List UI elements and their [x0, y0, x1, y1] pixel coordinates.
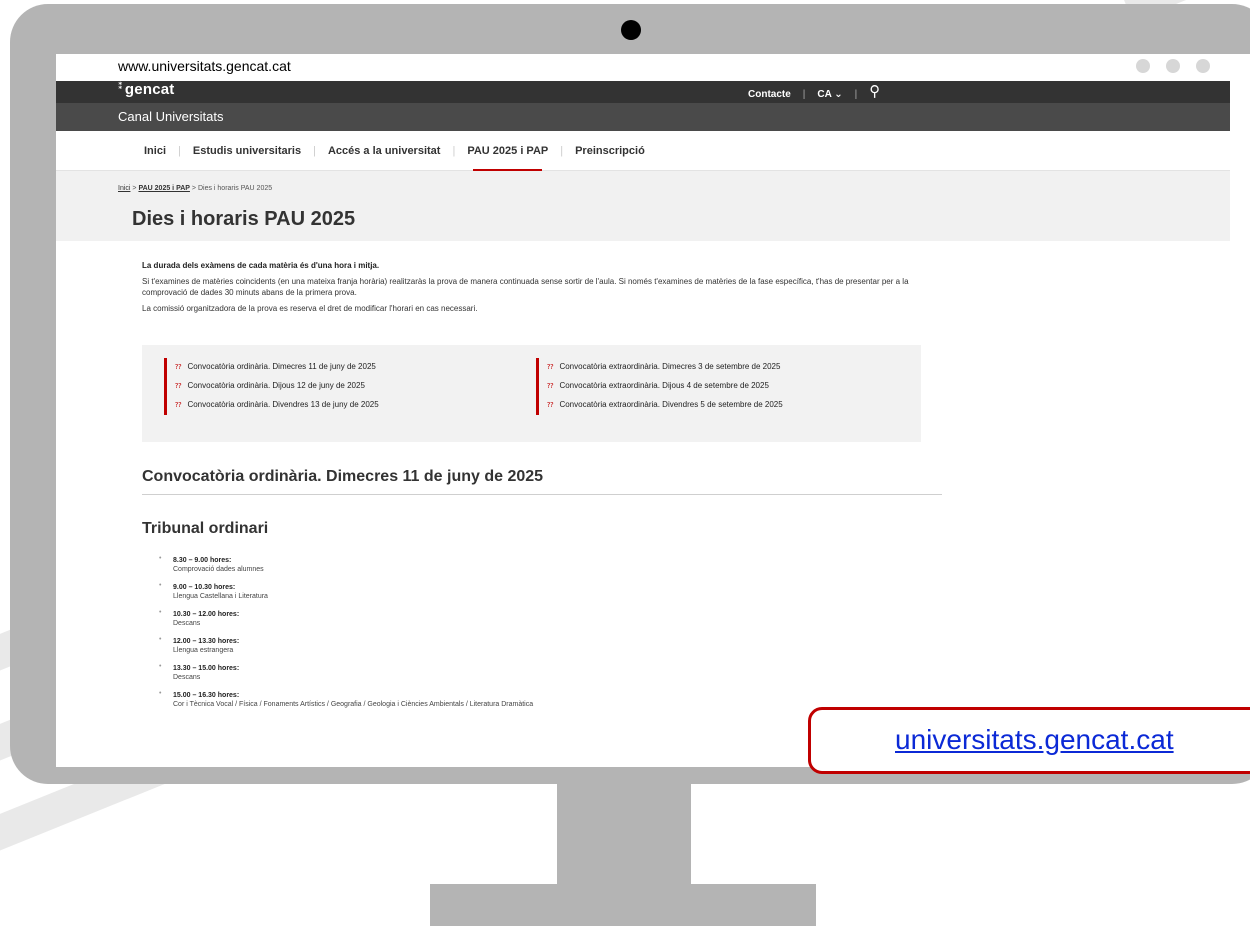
- breadcrumb-home[interactable]: Inici: [118, 185, 130, 192]
- slot-time: 12.00 – 13.30 hores:: [173, 638, 240, 645]
- window-dot[interactable]: [1166, 59, 1180, 73]
- ordinary-dates: ⁇ Convocatòria ordinària. Dimecres 11 de …: [164, 358, 379, 415]
- date-label: Convocatòria extraordinària. Dimecres 3 …: [559, 362, 781, 371]
- divider: |: [802, 88, 806, 100]
- slot-time: 9.00 – 10.30 hores:: [173, 584, 236, 591]
- list-item: 10.30 – 12.00 hores: Descans: [159, 609, 533, 628]
- page-title: Dies i horaris PAU 2025: [132, 208, 356, 230]
- top-utility-links: Contacte | CA ⌄ | ⚲: [748, 82, 880, 103]
- date-label: Convocatòria ordinària. Dijous 12 de jun…: [187, 381, 365, 390]
- extraordinary-dates: ⁇ Convocatòria extraordinària. Dimecres 3…: [536, 358, 783, 415]
- logo-text: gencat: [124, 81, 175, 98]
- window-dot[interactable]: [1196, 59, 1210, 73]
- slot-subject: Llengua Castellana i Literatura: [173, 593, 268, 600]
- nav-list: Inici | Estudis universitaris | Accés a …: [132, 145, 657, 171]
- breadcrumb-current: Dies i horaris PAU 2025: [197, 185, 273, 192]
- list-item: 8.30 – 9.00 hores: Comprovació dades alum…: [159, 555, 533, 574]
- slot-subject: Descans: [173, 674, 201, 681]
- intro-paragraph: La comissió organitzadora de la prova es…: [142, 304, 478, 313]
- nav-item-inici[interactable]: Inici: [132, 145, 178, 157]
- stage: www.universitats.gencat.cat ⁑ gencat Cont…: [0, 0, 1250, 926]
- list-item: 15.00 – 16.30 hores: Cor i Tècnica Vocal …: [159, 690, 534, 709]
- contact-link[interactable]: Contacte: [748, 89, 791, 100]
- screen: www.universitats.gencat.cat ⁑ gencat Cont…: [56, 54, 1250, 767]
- date-link[interactable]: ⁇ Convocatòria extraordinària. Dimecres 3…: [547, 358, 783, 377]
- slot-subject: Comprovació dades alumnes: [173, 566, 264, 573]
- language-selector[interactable]: CA ⌄: [817, 89, 842, 100]
- address-bar[interactable]: www.universitats.gencat.cat: [56, 54, 1250, 82]
- chevron-down-icon: ⌄: [834, 88, 843, 100]
- list-item: 12.00 – 13.30 hores: Llengua estrangera: [159, 636, 533, 655]
- nav-item-estudis[interactable]: Estudis universitaris: [181, 145, 313, 157]
- channel-title[interactable]: Canal Universitats: [118, 109, 224, 124]
- intro-bold: La durada dels exàmens de cada matèria é…: [142, 261, 380, 270]
- schedule-list: 8.30 – 9.00 hores: Comprovació dades alum…: [159, 555, 534, 718]
- breadcrumb-section[interactable]: PAU 2025 i PAP: [138, 185, 190, 192]
- list-item: 9.00 – 10.30 hores: Llengua Castellana i …: [159, 582, 533, 601]
- breadcrumb: Inici > PAU 2025 i PAP > Dies i horaris …: [118, 185, 272, 192]
- date-link[interactable]: ⁇ Convocatòria ordinària. Divendres 13 de…: [175, 396, 379, 415]
- main-nav: Inici | Estudis universitaris | Accés a …: [56, 131, 1230, 171]
- language-label: CA: [817, 88, 832, 100]
- nav-item-pau[interactable]: PAU 2025 i PAP: [455, 145, 560, 171]
- arrow-icon: ⁇: [175, 364, 182, 371]
- date-link[interactable]: ⁇ Convocatòria extraordinària. Divendres …: [547, 396, 783, 415]
- date-label: Convocatòria extraordinària. Dijous 4 de…: [559, 381, 769, 390]
- intro-paragraph: Si t'examines de matèries coincidents (e…: [142, 277, 909, 297]
- date-label: Convocatòria extraordinària. Divendres 5…: [559, 400, 783, 409]
- list-item: 13.30 – 15.00 hores: Descans: [159, 663, 533, 682]
- slot-time: 15.00 – 16.30 hores:: [173, 692, 240, 699]
- arrow-icon: ⁇: [175, 383, 182, 390]
- slot-time: 8.30 – 9.00 hores:: [173, 557, 232, 564]
- url-text[interactable]: www.universitats.gencat.cat: [118, 58, 291, 74]
- divider: |: [854, 88, 858, 100]
- camera-dot: [621, 20, 641, 40]
- window-dot[interactable]: [1136, 59, 1150, 73]
- slot-subject: Llengua estrangera: [173, 647, 234, 654]
- gencat-logo-mark-icon: ⁑: [118, 81, 123, 91]
- monitor-neck: [557, 782, 691, 886]
- nav-item-preinscripcio[interactable]: Preinscripció: [563, 145, 657, 157]
- search-icon[interactable]: ⚲: [869, 82, 880, 100]
- date-label: Convocatòria ordinària. Dimecres 11 de j…: [187, 362, 376, 371]
- date-label: Convocatòria ordinària. Divendres 13 de …: [187, 400, 379, 409]
- title-band: Inici > PAU 2025 i PAP > Dies i horaris …: [56, 171, 1230, 241]
- window-controls: [1136, 59, 1210, 73]
- intro-text: La durada dels exàmens de cada matèria é…: [142, 261, 922, 319]
- channel-bar: Canal Universitats: [56, 103, 1230, 131]
- arrow-icon: ⁇: [547, 383, 554, 390]
- monitor-base: [430, 884, 816, 926]
- gencat-logo[interactable]: ⁑ gencat: [118, 81, 174, 98]
- gencat-topbar: ⁑ gencat Contacte | CA ⌄ | ⚲: [56, 81, 1230, 103]
- arrow-icon: ⁇: [547, 364, 554, 371]
- tribunal-heading: Tribunal ordinari: [142, 520, 269, 537]
- date-link[interactable]: ⁇ Convocatòria extraordinària. Dijous 4 d…: [547, 377, 783, 396]
- slot-time: 13.30 – 15.00 hores:: [173, 665, 240, 672]
- arrow-icon: ⁇: [175, 402, 182, 409]
- slot-subject: Descans: [173, 620, 201, 627]
- slot-time: 10.30 – 12.00 hores:: [173, 611, 240, 618]
- url-callout: universitats.gencat.cat: [808, 707, 1250, 774]
- date-link[interactable]: ⁇ Convocatòria ordinària. Dijous 12 de ju…: [175, 377, 379, 396]
- date-link[interactable]: ⁇ Convocatòria ordinària. Dimecres 11 de …: [175, 358, 379, 377]
- section-heading: Convocatòria ordinària. Dimecres 11 de j…: [142, 468, 942, 495]
- nav-item-acces[interactable]: Accés a la universitat: [316, 145, 453, 157]
- arrow-icon: ⁇: [547, 402, 554, 409]
- slot-subject: Cor i Tècnica Vocal / Física / Fonaments…: [173, 701, 534, 708]
- callout-link[interactable]: universitats.gencat.cat: [895, 724, 1174, 756]
- dates-index: ⁇ Convocatòria ordinària. Dimecres 11 de …: [142, 345, 921, 442]
